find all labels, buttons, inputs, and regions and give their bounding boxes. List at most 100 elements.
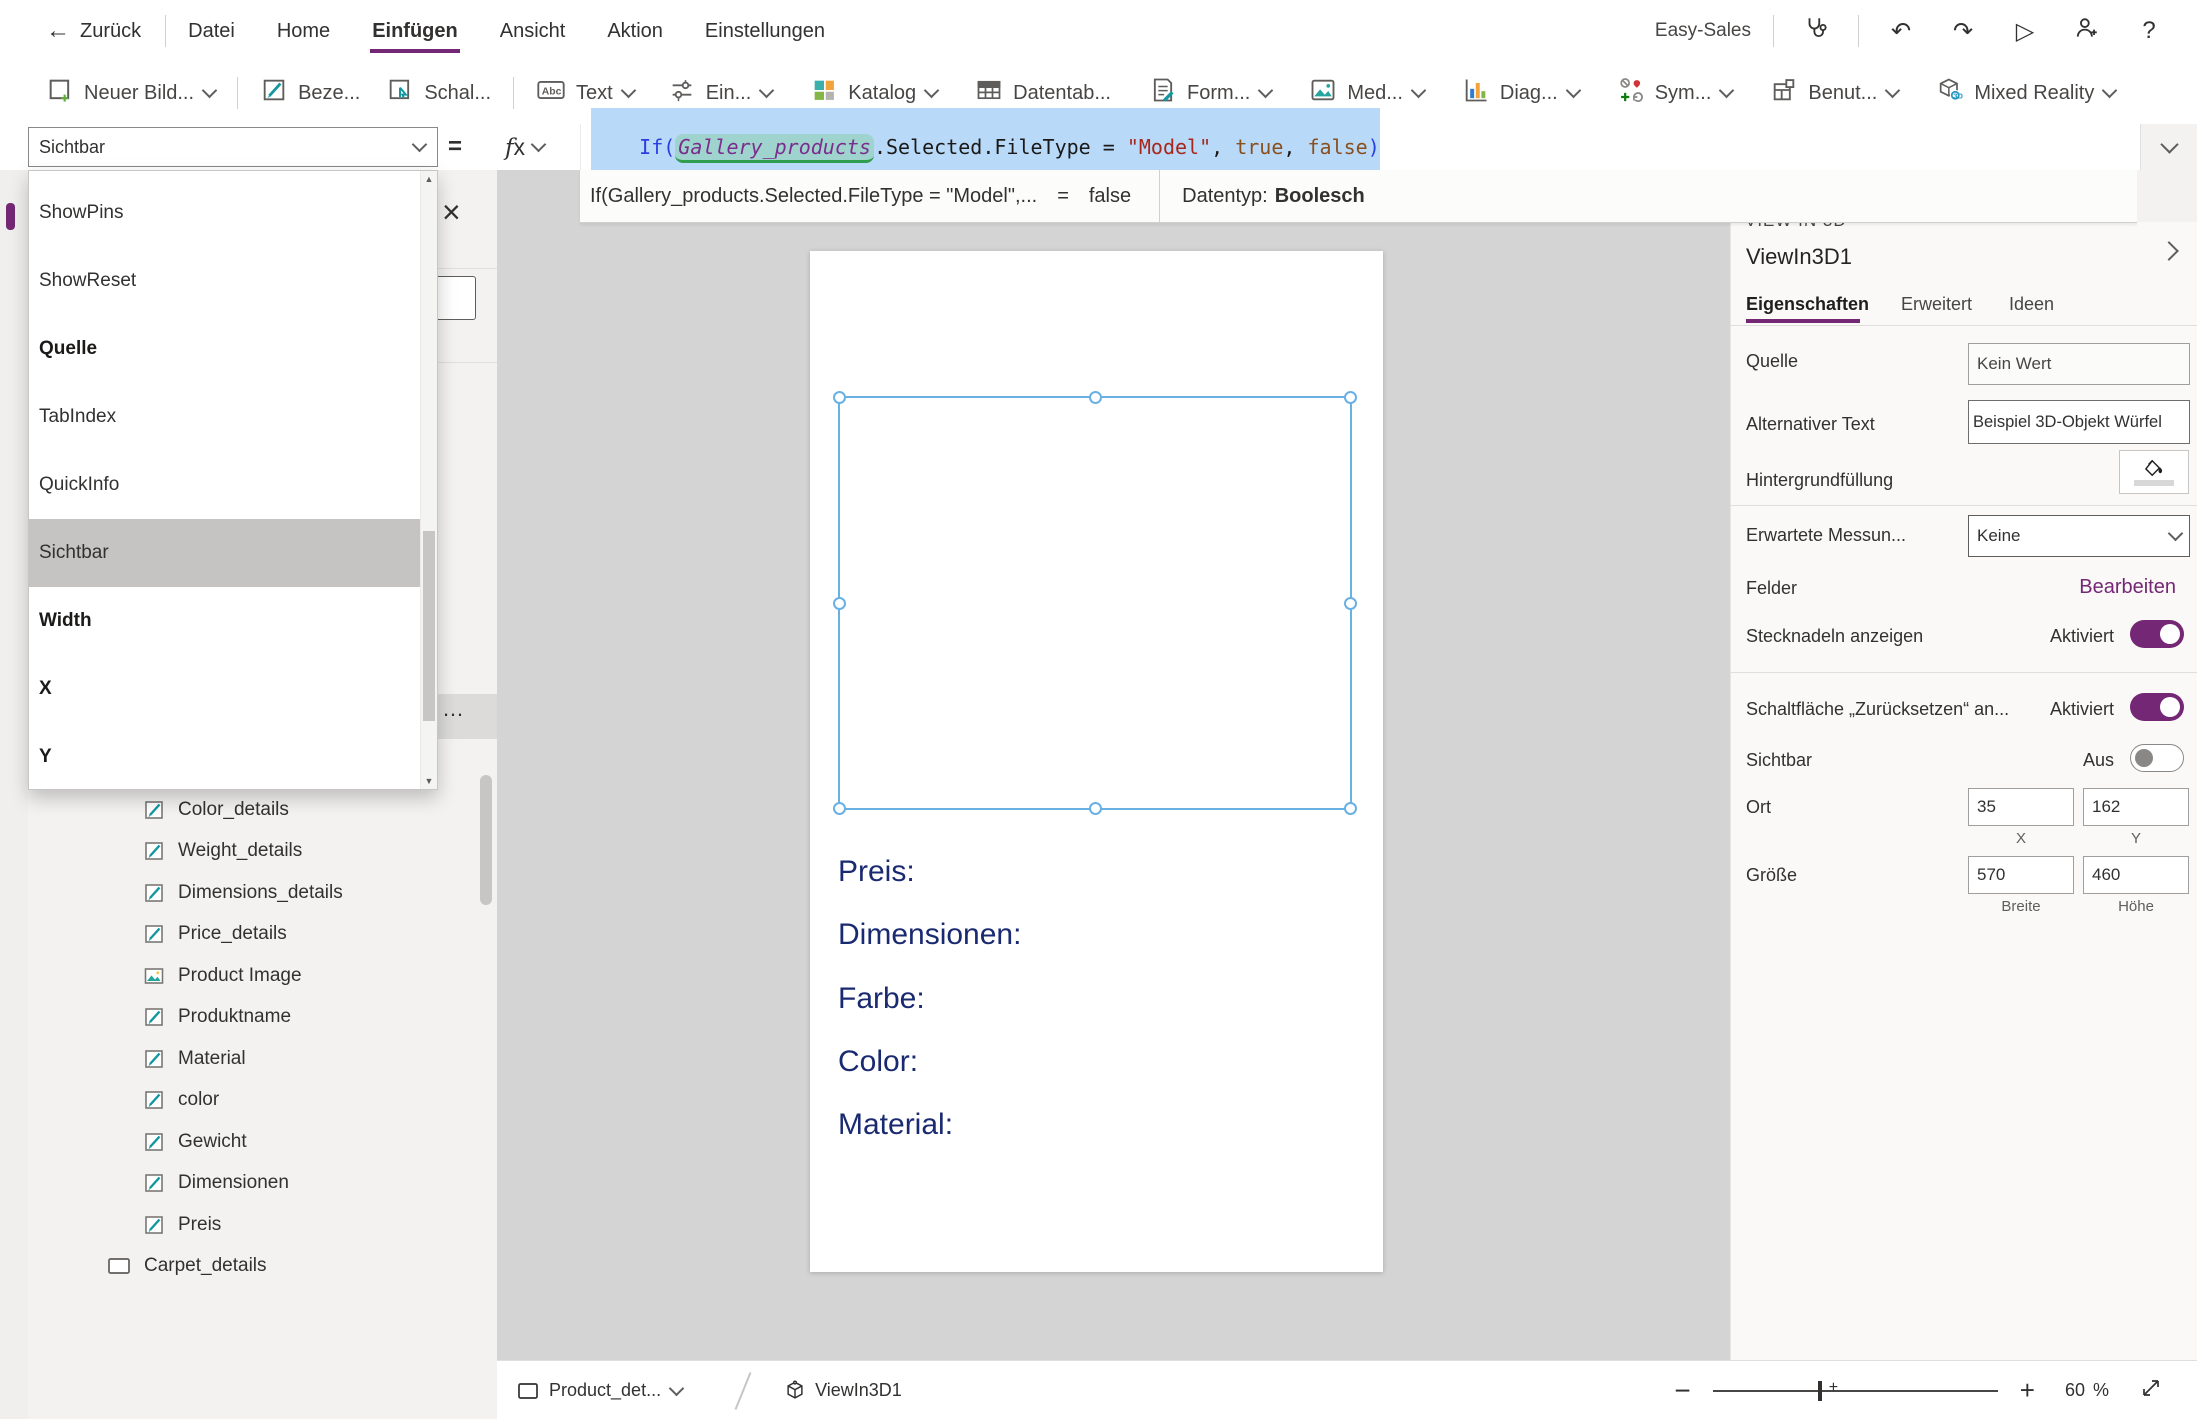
expected-measurement-dropdown[interactable]: Keine: [1968, 515, 2190, 557]
property-selector-value: Sichtbar: [39, 137, 105, 158]
show-reset-toggle[interactable]: [2130, 693, 2184, 721]
toolbar-symbols[interactable]: Sym...: [1611, 62, 1739, 124]
tree-item-preis[interactable]: Preis: [28, 1204, 497, 1246]
resize-handle-w[interactable]: [833, 597, 846, 610]
dropdown-item-quickinfo[interactable]: QuickInfo: [29, 451, 420, 519]
preview-play-icon[interactable]: ▷: [2005, 17, 2045, 46]
zoom-slider-thumb[interactable]: [1818, 1381, 1822, 1401]
toolbar-mixed-reality[interactable]: 3D Mixed Reality: [1930, 62, 2121, 124]
zoom-out-icon[interactable]: −: [1674, 1375, 1690, 1407]
formula-bar-expand-button[interactable]: [2140, 124, 2197, 170]
screen-selector[interactable]: Product_det...: [517, 1380, 682, 1401]
chevron-down-icon: [202, 83, 218, 99]
dropdown-item-showreset[interactable]: ShowReset: [29, 247, 420, 315]
height-input[interactable]: [2083, 856, 2189, 894]
background-fill-button[interactable]: [2119, 450, 2189, 494]
chevron-down-icon: [620, 83, 636, 99]
resize-handle-ne[interactable]: [1344, 391, 1357, 404]
scroll-down-icon[interactable]: ▼: [425, 776, 434, 786]
app-name: Easy-Sales: [1655, 20, 1751, 42]
toolbar-new-screen[interactable]: Neuer Bild...: [40, 62, 221, 124]
resize-handle-nw[interactable]: [833, 391, 846, 404]
canvas-label-color[interactable]: Color:: [838, 1045, 918, 1079]
properties-panel: VIEW IN 3D ViewIn3D1 Eigenschaften Erwei…: [1730, 222, 2197, 1360]
tree-row-overflow-icon[interactable]: …: [442, 696, 466, 722]
resize-handle-n[interactable]: [1089, 391, 1102, 404]
help-icon[interactable]: ?: [2129, 17, 2169, 45]
x-input[interactable]: [1968, 788, 2074, 826]
toolbar-custom[interactable]: Benut...: [1764, 62, 1904, 124]
menu-item-aktion[interactable]: Aktion: [603, 0, 667, 62]
app-checker-icon[interactable]: [1796, 15, 1836, 48]
tab-erweitert[interactable]: Erweitert: [1901, 294, 1972, 315]
tree-item-product-image[interactable]: Product Image: [28, 955, 497, 997]
size-label: Größe: [1746, 865, 1797, 886]
tree-item-produktname[interactable]: Produktname: [28, 997, 497, 1039]
dropdown-item-quelle[interactable]: Quelle: [29, 315, 420, 383]
dropdown-item-showpins[interactable]: ShowPins: [29, 179, 420, 247]
dropdown-item-x[interactable]: X: [29, 655, 420, 723]
canvas-label-preis[interactable]: Preis:: [838, 855, 915, 889]
tree-item-dimensionen[interactable]: Dimensionen: [28, 1163, 497, 1205]
tab-ideen[interactable]: Ideen: [2009, 294, 2054, 315]
zoom-in-icon[interactable]: +: [2020, 1375, 2035, 1406]
y-input[interactable]: [2083, 788, 2189, 826]
alt-text-input[interactable]: Beispiel 3D-Objekt Würfel: [1968, 400, 2190, 444]
dropdown-item-tabindex[interactable]: TabIndex: [29, 383, 420, 451]
menu-item-datei[interactable]: Datei: [184, 0, 239, 62]
redo-icon[interactable]: ↷: [1943, 17, 1983, 46]
visible-toggle[interactable]: [2130, 744, 2184, 772]
resize-handle-se[interactable]: [1344, 802, 1357, 815]
toolbar-label[interactable]: Beze...: [254, 62, 366, 124]
property-selector[interactable]: Sichtbar: [28, 127, 438, 167]
undo-icon[interactable]: ↶: [1881, 17, 1921, 46]
share-user-icon[interactable]: [2067, 15, 2107, 48]
tree-item-gewicht[interactable]: Gewicht: [28, 1121, 497, 1163]
bearbeiten-link[interactable]: Bearbeiten: [2079, 576, 2176, 599]
tree-item-price-details[interactable]: Price_details: [28, 914, 497, 956]
formula-input[interactable]: If(Gallery_products.Selected.FileType = …: [580, 124, 2137, 170]
canvas-label-material[interactable]: Material:: [838, 1108, 953, 1142]
resize-handle-s[interactable]: [1089, 802, 1102, 815]
menu-item-ansicht[interactable]: Ansicht: [496, 0, 570, 62]
canvas-label-farbe[interactable]: Farbe:: [838, 982, 925, 1016]
tree-item-color[interactable]: color: [28, 1080, 497, 1122]
quelle-input[interactable]: Kein Wert: [1968, 343, 2190, 385]
menu-item-einfuegen[interactable]: Einfügen: [368, 0, 462, 62]
toolbar-charts[interactable]: Diag...: [1456, 62, 1585, 124]
tree-item-dimensions-details[interactable]: Dimensions_details: [28, 872, 497, 914]
show-pins-toggle[interactable]: [2130, 620, 2184, 648]
width-input[interactable]: [1968, 856, 2074, 894]
menu-bar: ← Zurück Datei Home Einfügen Ansicht Akt…: [0, 0, 2197, 63]
canvas-label-dimensionen[interactable]: Dimensionen:: [838, 918, 1021, 952]
resize-handle-e[interactable]: [1344, 597, 1357, 610]
tab-eigenschaften[interactable]: Eigenschaften: [1746, 294, 1869, 315]
fx-button[interactable]: fx: [505, 124, 544, 170]
dropdown-item-width[interactable]: Width: [29, 587, 420, 655]
dropdown-scrollbar-thumb[interactable]: [423, 531, 435, 721]
status-bar: Product_det... ViewIn3D1 − + + 60 %: [497, 1360, 2197, 1420]
zoom-slider[interactable]: +: [1713, 1390, 1998, 1392]
formula-token: "Model": [1127, 135, 1211, 159]
tree-item-color-details[interactable]: Color_details: [28, 789, 497, 831]
resize-handle-sw[interactable]: [833, 802, 846, 815]
tree-item-carpet-details[interactable]: Carpet_details: [28, 1246, 497, 1288]
tree-search-input[interactable]: [432, 276, 476, 320]
chevron-down-icon: [1885, 83, 1901, 99]
tree-item-material[interactable]: Material: [28, 1038, 497, 1080]
selected-control-breadcrumb[interactable]: ViewIn3D1: [784, 1380, 902, 1402]
collapse-panel-chevron-icon[interactable]: [2159, 241, 2179, 261]
back-button[interactable]: ← Zurück: [42, 0, 145, 62]
menu-item-einstellungen[interactable]: Einstellungen: [701, 0, 829, 62]
dropdown-item-y[interactable]: Y: [29, 723, 420, 791]
menu-item-home[interactable]: Home: [273, 0, 334, 62]
fit-to-window-icon[interactable]: [2139, 1376, 2163, 1405]
toolbar-button[interactable]: Schal...: [380, 62, 497, 124]
selected-control-bounds[interactable]: [838, 396, 1352, 810]
scroll-up-icon[interactable]: ▲: [425, 174, 434, 184]
tree-scrollbar-thumb[interactable]: [480, 775, 492, 905]
tree-item-weight-details[interactable]: Weight_details: [28, 831, 497, 873]
dropdown-item-sichtbar[interactable]: Sichtbar: [29, 519, 420, 587]
formula-token: true: [1235, 135, 1283, 159]
close-panel-icon[interactable]: ×: [442, 196, 461, 228]
